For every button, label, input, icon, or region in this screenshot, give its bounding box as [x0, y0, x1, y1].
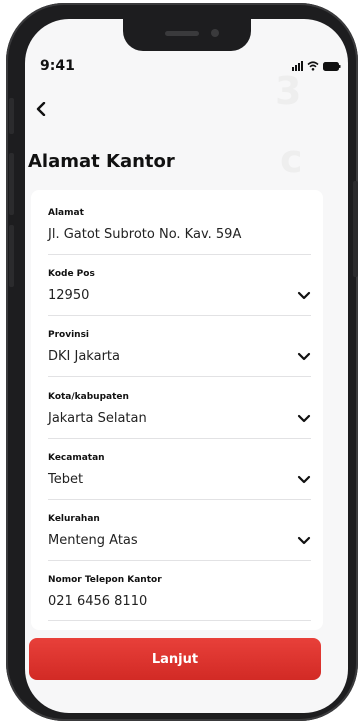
back-button[interactable]: [36, 97, 46, 121]
field-value[interactable]: 021 6456 8110: [48, 594, 147, 609]
volume-down-button: [9, 225, 14, 287]
field-nomor-telepon-kantor[interactable]: Nomor Telepon Kantor 021 6456 8110: [48, 575, 311, 621]
wifi-icon: [307, 61, 319, 71]
field-value[interactable]: Jakarta Selatan: [48, 411, 147, 426]
field-label: Nomor Telepon Kantor: [48, 575, 162, 585]
address-form-card: Alamat Jl. Gatot Subroto No. Kav. 59A Ko…: [31, 190, 323, 630]
field-label: Kecamatan: [48, 453, 105, 463]
chevron-down-icon[interactable]: [297, 475, 311, 485]
next-button[interactable]: Lanjut: [29, 638, 321, 680]
field-alamat[interactable]: Alamat Jl. Gatot Subroto No. Kav. 59A: [48, 208, 311, 255]
signal-icon: [292, 61, 303, 71]
field-kecamatan[interactable]: Kecamatan Tebet: [48, 453, 311, 500]
chevron-down-icon[interactable]: [297, 352, 311, 362]
field-label: Provinsi: [48, 330, 90, 340]
field-value[interactable]: Menteng Atas: [48, 533, 138, 548]
power-button: [353, 181, 358, 277]
field-kode-pos[interactable]: Kode Pos 12950: [48, 269, 311, 316]
field-value[interactable]: Jl. Gatot Subroto No. Kav. 59A: [48, 227, 241, 242]
field-kota-kabupaten[interactable]: Kota/kabupaten Jakarta Selatan: [48, 392, 311, 439]
field-kelurahan[interactable]: Kelurahan Menteng Atas: [48, 514, 311, 561]
front-camera-icon: [211, 29, 219, 37]
field-label: Alamat: [48, 208, 84, 218]
speaker-grille: [165, 31, 199, 36]
field-label: Kota/kabupaten: [48, 392, 129, 402]
chevron-down-icon[interactable]: [297, 414, 311, 424]
silent-switch: [9, 98, 14, 134]
volume-up-button: [9, 153, 14, 215]
page-title: Alamat Kantor: [28, 151, 175, 172]
field-label: Kode Pos: [48, 269, 95, 279]
notch: [123, 19, 251, 51]
field-provinsi[interactable]: Provinsi DKI Jakarta: [48, 330, 311, 377]
status-icons: [292, 61, 341, 71]
battery-icon: [323, 62, 341, 71]
chevron-left-icon: [36, 101, 46, 117]
field-value[interactable]: Tebet: [48, 472, 83, 487]
status-time: 9:41: [40, 58, 75, 74]
chevron-down-icon[interactable]: [297, 291, 311, 301]
chevron-down-icon[interactable]: [297, 536, 311, 546]
field-value[interactable]: DKI Jakarta: [48, 349, 120, 364]
field-value[interactable]: 12950: [48, 288, 89, 303]
field-label: Kelurahan: [48, 514, 100, 524]
